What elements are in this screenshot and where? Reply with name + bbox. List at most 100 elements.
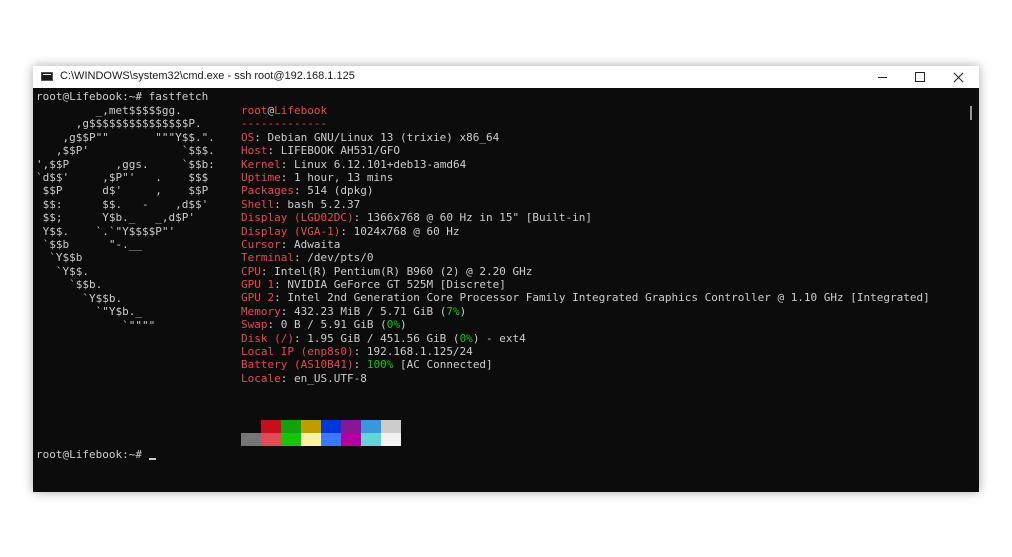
info-row: Terminal: /dev/pts/0 <box>241 251 374 265</box>
info-row: Swap: 0 B / 5.91 GiB (0%) <box>241 318 407 332</box>
info-value: Adwaita <box>294 237 341 251</box>
info-value: 1024x768 @ 60 Hz <box>353 224 460 238</box>
logo-line: `Y$$b. <box>36 291 123 305</box>
palette-swatch <box>241 433 261 446</box>
info-value: 1.95 GiB / 451.56 GiB ( <box>307 331 460 345</box>
final-prompt: root@Lifebook:~# <box>36 448 149 461</box>
info-value: 192.168.1.125/24 <box>366 345 473 359</box>
info-key: Cursor <box>241 237 281 251</box>
minimize-button[interactable] <box>863 66 901 88</box>
info-row: Uptime: 1 hour, 13 mins <box>241 170 394 184</box>
info-row: Memory: 432.23 MiB / 5.71 GiB (7%) <box>241 304 467 318</box>
info-key: Packages <box>241 184 294 198</box>
info-key: Shell <box>241 197 275 211</box>
info-row: Kernel: Linux 6.12.101+deb13-amd64 <box>241 157 467 171</box>
palette-swatch <box>321 433 341 446</box>
info-row: GPU 1: NVIDIA GeForce GT 525M [Discrete] <box>241 278 506 292</box>
info-value: 0 B / 5.91 GiB ( <box>280 318 387 332</box>
info-row: Battery (AS10B41): 100% [AC Connected] <box>241 358 493 372</box>
palette-swatch <box>321 420 341 433</box>
text-cursor <box>148 458 156 460</box>
title-bar[interactable]: C:\WINDOWS\system32\cmd.exe - ssh root@1… <box>33 66 979 88</box>
info-value: /dev/pts/0 <box>307 251 374 265</box>
info-key: CPU <box>241 264 261 278</box>
logo-line: `Y$$. <box>36 264 89 278</box>
info-key: OS <box>241 130 255 144</box>
info-value: 1 hour, 13 mins <box>294 170 394 184</box>
color-palette <box>241 420 401 446</box>
logo-line: `$$b. <box>36 278 103 292</box>
info-value: ) - ext4 <box>472 331 526 345</box>
close-button[interactable] <box>939 66 977 88</box>
terminal-window: C:\WINDOWS\system32\cmd.exe - ssh root@1… <box>33 66 979 492</box>
info-key: Battery (AS10B41) <box>241 358 354 372</box>
info-value: LIFEBOOK AH531/GFO <box>280 144 400 158</box>
logo-line: ',$$P ,ggs. `$$b: <box>36 157 215 171</box>
palette-swatch <box>381 433 401 446</box>
info-value-highlight: 0% <box>459 331 473 345</box>
minimize-icon <box>877 76 887 78</box>
info-key: Disk (/) <box>241 331 294 345</box>
info-value: ) <box>399 318 407 332</box>
header-host: Lifebook <box>274 104 328 117</box>
info-value: Debian GNU/Linux 13 (trixie) x86_64 <box>267 130 500 144</box>
info-row: Disk (/): 1.95 GiB / 451.56 GiB (0%) - e… <box>241 331 526 345</box>
header-user: root <box>241 104 268 117</box>
info-value: Intel(R) Pentium(R) B960 (2) @ 2.20 GHz <box>274 264 533 278</box>
info-value: 514 (dpkg) <box>307 184 374 198</box>
command-line: root@Lifebook:~# fastfetch <box>36 90 209 103</box>
info-value: ) <box>459 304 467 318</box>
palette-bright-row <box>241 433 401 446</box>
info-key: Display (VGA-1) <box>241 224 341 238</box>
palette-normal-row <box>241 420 401 433</box>
info-value-highlight: 100% <box>366 358 394 372</box>
logo-line: `d$$' ,$P"' . $$$ <box>36 171 209 185</box>
palette-swatch <box>301 420 321 433</box>
info-key: GPU 1 <box>241 278 275 292</box>
logo-line: $$; Y$b._ _,d$P' <box>36 211 195 225</box>
logo-line: $$P d$' , $$P <box>36 184 209 198</box>
info-row: Display (VGA-1): 1024x768 @ 60 Hz <box>241 224 460 238</box>
info-row: GPU 2: Intel 2nd Generation Core Process… <box>241 291 930 305</box>
maximize-button[interactable] <box>901 66 939 88</box>
logo-line: `"Y$b._ <box>36 305 142 319</box>
info-row: Locale: en_US.UTF-8 <box>241 371 367 385</box>
palette-swatch <box>341 420 361 433</box>
info-key: Display (LGD02DC) <box>241 211 354 225</box>
scrollbar-thumb[interactable] <box>970 106 972 120</box>
info-value: Intel 2nd Generation Core Processor Fami… <box>287 291 930 305</box>
console-area[interactable]: root@Lifebook:~# fastfetch _,met$$$$$gg.… <box>33 88 979 492</box>
info-value: 1366x768 @ 60 Hz in 15" [Built-in] <box>366 211 593 225</box>
system-info: root@Lifebook ------------- OS: Debian G… <box>241 104 930 385</box>
info-row: Shell: bash 5.2.37 <box>241 197 361 211</box>
info-value-highlight: 0% <box>386 318 400 332</box>
info-row: Local IP (enp8s0): 192.168.1.125/24 <box>241 345 473 359</box>
palette-swatch <box>381 420 401 433</box>
final-prompt-line: root@Lifebook:~# <box>36 448 156 461</box>
close-icon <box>953 72 964 83</box>
info-key: Host <box>241 144 268 158</box>
info-row: Packages: 514 (dpkg) <box>241 184 374 198</box>
logo-line: Y$$. `.`"Y$$$$P"' <box>36 224 176 238</box>
palette-swatch <box>281 420 301 433</box>
info-value: NVIDIA GeForce GT 525M [Discrete] <box>287 278 506 292</box>
info-value: bash 5.2.37 <box>287 197 361 211</box>
logo-line: ,$$P' `$$$. <box>36 144 215 158</box>
logo-line: `"""" <box>36 318 156 332</box>
info-key: GPU 2 <box>241 291 275 305</box>
window-title: C:\WINDOWS\system32\cmd.exe - ssh root@1… <box>60 70 355 82</box>
logo-line: ,g$$P"" """Y$$.". <box>36 130 215 144</box>
header-separator: ------------- <box>241 117 328 131</box>
cmd-app-icon <box>41 72 53 81</box>
palette-swatch <box>341 433 361 446</box>
info-key: Kernel <box>241 157 281 171</box>
info-key: Local IP (enp8s0) <box>241 345 354 359</box>
info-row: Display (LGD02DC): 1366x768 @ 60 Hz in 1… <box>241 211 593 225</box>
info-key: Locale <box>241 371 281 385</box>
palette-swatch <box>301 433 321 446</box>
logo-line: `$$b "-.__ <box>36 238 142 252</box>
palette-swatch <box>241 420 261 433</box>
info-key: Uptime <box>241 170 281 184</box>
logo-line: ,g$$$$$$$$$$$$$$$P. <box>36 117 202 131</box>
info-row: CPU: Intel(R) Pentium(R) B960 (2) @ 2.20… <box>241 264 533 278</box>
